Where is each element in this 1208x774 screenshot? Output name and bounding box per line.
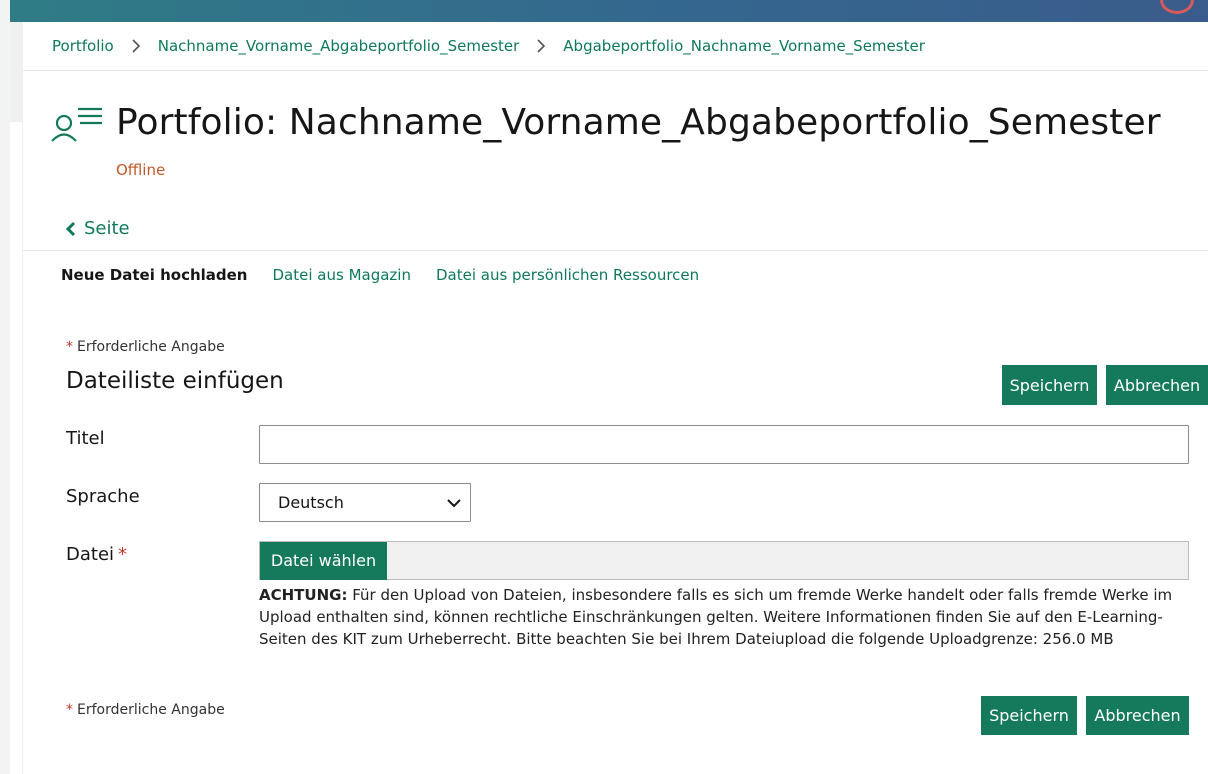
chevron-right-icon — [536, 38, 546, 54]
sprache-select[interactable]: Deutsch — [259, 483, 471, 522]
left-strip — [0, 0, 10, 774]
avatar[interactable] — [1160, 0, 1194, 14]
breadcrumb-divider — [23, 70, 1208, 71]
upload-help-text: ACHTUNG: Für den Upload von Dateien, ins… — [259, 584, 1189, 650]
save-button[interactable]: Speichern — [1002, 365, 1097, 405]
file-upload-field[interactable]: Datei wählen — [259, 541, 1189, 580]
content-left-edge — [22, 22, 23, 774]
tab-neue-datei[interactable]: Neue Datei hochladen — [61, 266, 248, 284]
sprache-selected-value: Deutsch — [278, 493, 344, 512]
required-marker: * — [66, 702, 73, 718]
back-link[interactable]: Seite — [66, 218, 130, 239]
breadcrumb-item-page[interactable]: Abgabeportfolio_Nachname_Vorname_Semeste… — [563, 37, 925, 55]
form-title: Dateiliste einfügen — [66, 368, 284, 394]
breadcrumb: Portfolio Nachname_Vorname_Abgabeportfol… — [52, 36, 925, 56]
breadcrumb-item-portfolio-name[interactable]: Nachname_Vorname_Abgabeportfolio_Semeste… — [158, 37, 520, 55]
required-marker: * — [118, 544, 128, 565]
cancel-button[interactable]: Abbrechen — [1106, 365, 1208, 405]
top-header-bar — [10, 0, 1208, 22]
required-marker: * — [66, 339, 73, 355]
required-note-bottom: * Erforderliche Angabe — [66, 702, 225, 718]
page-title: Portfolio: Nachname_Vorname_Abgabeportfo… — [116, 102, 1161, 143]
save-button-bottom[interactable]: Speichern — [981, 696, 1077, 735]
status-badge: Offline — [116, 161, 166, 179]
datei-label-text: Datei — [66, 544, 115, 565]
tab-persoenliche-ressourcen[interactable]: Datei aus persönlichen Ressourcen — [436, 266, 699, 284]
titel-label: Titel — [66, 428, 105, 449]
required-note-text: Erforderliche Angabe — [77, 702, 225, 718]
tab-magazin[interactable]: Datei aus Magazin — [273, 266, 411, 284]
chevron-right-icon — [131, 38, 141, 54]
required-note-text: Erforderliche Angabe — [77, 339, 225, 355]
help-warning-label: ACHTUNG: — [259, 586, 348, 604]
back-link-label: Seite — [84, 218, 130, 239]
sprache-label: Sprache — [66, 486, 140, 507]
breadcrumb-item-portfolio[interactable]: Portfolio — [52, 37, 114, 55]
titel-input[interactable] — [259, 425, 1189, 464]
chevron-left-icon — [66, 221, 76, 236]
subnav-divider — [23, 250, 1208, 251]
choose-file-button[interactable]: Datei wählen — [260, 542, 387, 580]
subtabs: Neue Datei hochladen Datei aus Magazin D… — [61, 266, 724, 284]
datei-label: Datei * — [66, 544, 127, 565]
portfolio-icon — [50, 104, 104, 148]
chevron-down-icon — [447, 499, 461, 508]
cancel-button-bottom[interactable]: Abbrechen — [1086, 696, 1189, 735]
left-strip-panel — [10, 22, 22, 122]
help-body: Für den Upload von Dateien, insbesondere… — [259, 586, 1173, 648]
required-note-top: * Erforderliche Angabe — [66, 339, 225, 355]
